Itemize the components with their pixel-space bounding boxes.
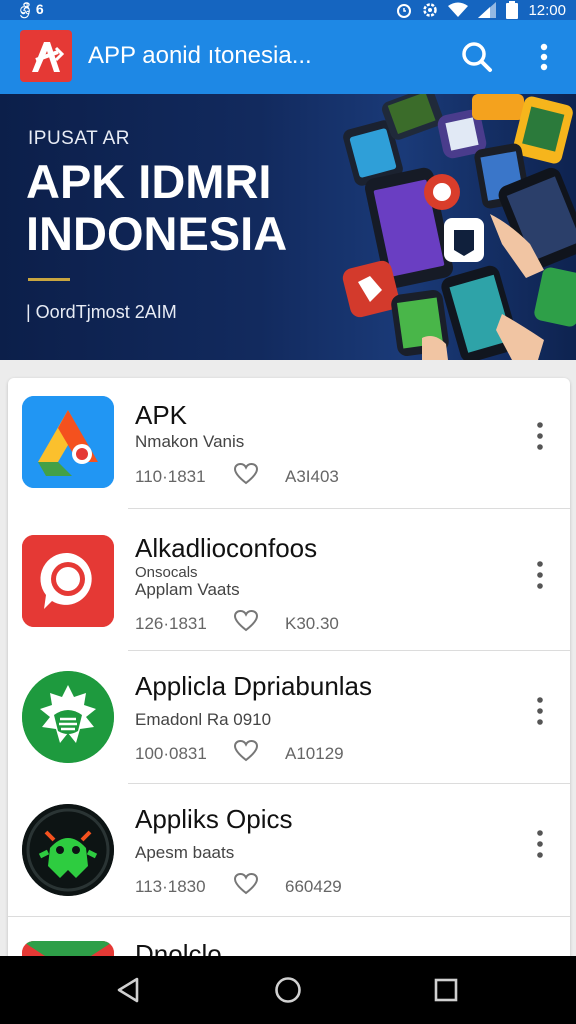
chat-bubble-icon[interactable] [22, 535, 114, 627]
app-size: 126·1831 [135, 613, 207, 633]
app-category: Nmakon Vanis [135, 432, 245, 451]
more-vert-icon[interactable] [528, 555, 552, 595]
search-button[interactable] [458, 38, 496, 76]
app-category-secondary: Applam Vaats [135, 580, 240, 599]
app-count: A3I403 [285, 466, 339, 486]
more-vert-icon[interactable] [528, 824, 552, 864]
app-name: APK [135, 400, 188, 430]
app-size: 100·0831 [135, 743, 207, 763]
recents-icon [434, 978, 458, 1002]
banner-divider [28, 278, 70, 281]
app-count: A10129 [285, 743, 344, 763]
status-time: 12:00 [528, 1, 566, 19]
app-size: 113·1830 [135, 876, 206, 896]
app-logo-icon[interactable] [20, 30, 72, 82]
signal-icon [478, 2, 497, 18]
more-vert-icon [540, 43, 548, 71]
banner-title: APK IDMRI INDONESIA [26, 156, 287, 260]
search-icon [462, 42, 492, 72]
app-meta: 110·1831 A3I403 [135, 462, 339, 491]
app-bar: APP aonid ıtonesia... [0, 20, 576, 94]
app-category: Emadonl Ra 0910 [135, 710, 272, 729]
android-robot-icon[interactable] [22, 804, 114, 896]
app-count: 660429 [285, 876, 342, 896]
app-count: K30.30 [285, 613, 339, 633]
list-item-app[interactable]: Alkadlioconfoos Onsocals Applam Vaats 12… [8, 509, 570, 651]
banner-title-line-2: INDONESIA [26, 207, 288, 260]
list-item-app[interactable]: Appliks Opics Apesm baats 113·1830 66042… [8, 784, 570, 920]
app-name: Alkadlioconfoos [135, 533, 318, 563]
app-title: APP aonid ıtonesia... [88, 42, 312, 69]
app-category: Apesm baats [135, 843, 235, 862]
status-bar: ශ්‍රී 6 12:00 [0, 0, 576, 20]
app-meta: 113·1830 660429 [135, 872, 342, 901]
list-item-app[interactable]: Applicla Dpriabunlas Emadonl Ra 0910 100… [8, 651, 570, 787]
promo-banner[interactable]: IPUSAT AR APK IDMRI INDONESIA | OordTjmo… [0, 94, 576, 360]
banner-subtitle: | OordTjmost 2AIM [26, 302, 177, 322]
app-name: Applicla Dpriabunlas [135, 671, 373, 701]
heart-icon[interactable] [233, 739, 285, 768]
app-name: Appliks Opics [135, 804, 293, 834]
green-emblem-icon[interactable] [22, 671, 114, 763]
banner-title-line-1: APK IDMRI [26, 155, 272, 208]
app-meta: 126·1831 K30.30 [135, 609, 339, 638]
drive-like-icon[interactable] [22, 396, 114, 488]
heart-icon[interactable] [233, 462, 285, 491]
more-vert-icon[interactable] [528, 416, 552, 456]
status-left-text: ශ්‍රී 6 [20, 1, 45, 17]
battery-icon [506, 1, 519, 19]
home-icon [275, 977, 301, 1003]
phones-collage-illustration [342, 94, 576, 360]
recents-button[interactable] [424, 970, 468, 1010]
settings-icon [423, 3, 438, 17]
more-vert-icon[interactable] [528, 691, 552, 731]
alarm-icon [397, 4, 412, 18]
system-nav-bar [0, 956, 576, 1024]
heart-icon[interactable] [233, 609, 285, 638]
wifi-icon [448, 2, 469, 17]
list-item-app[interactable]: APK Nmakon Vanis 110·1831 A3I403 [8, 378, 570, 514]
overflow-menu-button[interactable] [530, 38, 558, 76]
back-icon [117, 977, 139, 1003]
heart-icon[interactable] [233, 872, 285, 901]
back-button[interactable] [106, 970, 150, 1010]
app-meta: 100·0831 A10129 [135, 739, 344, 768]
banner-kicker: IPUSAT AR [28, 128, 130, 149]
app-category: Onsocals [135, 564, 198, 581]
home-button[interactable] [266, 970, 310, 1010]
app-size: 110·1831 [135, 466, 206, 486]
app-list: APK Nmakon Vanis 110·1831 A3I403 Alkadli… [8, 378, 570, 978]
